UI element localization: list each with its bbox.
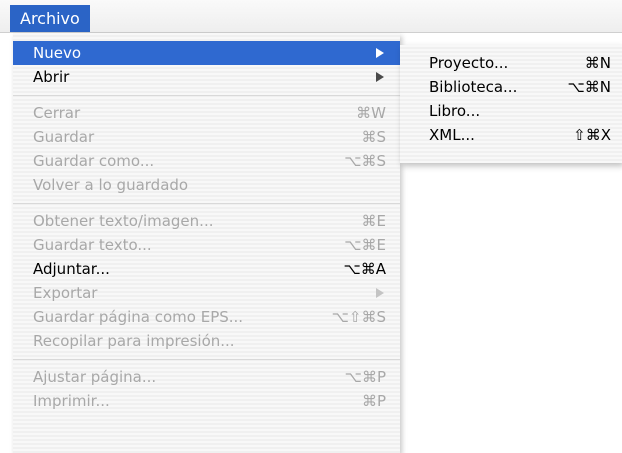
menu-title-archivo[interactable]: Archivo bbox=[10, 5, 90, 32]
menu-item-abrir[interactable]: Abrir bbox=[13, 65, 400, 89]
submenu-item-shortcut: ⌥⌘N bbox=[567, 78, 611, 96]
submenu-item-proyecto[interactable]: Proyecto... ⌘N bbox=[400, 51, 622, 75]
menu-item-label: Exportar bbox=[33, 284, 98, 302]
submenu-item-label: Proyecto... bbox=[429, 54, 509, 72]
menu-item-label: Guardar bbox=[33, 128, 95, 146]
menu-item-label: Abrir bbox=[33, 68, 70, 86]
submenu-item-xml[interactable]: XML... ⇧⌘X bbox=[400, 123, 622, 147]
menu-item-label: Ajustar página... bbox=[33, 368, 157, 386]
menu-item-label: Imprimir... bbox=[33, 392, 110, 410]
menu-item-shortcut: ⌥⌘P bbox=[344, 368, 386, 386]
menu-item-guardar-como[interactable]: Guardar como... ⌥⌘S bbox=[13, 149, 400, 173]
menu-item-shortcut: ⌥⌘E bbox=[344, 236, 386, 254]
archivo-menu: Nuevo Abrir Cerrar ⌘W Guardar ⌘S Guardar… bbox=[13, 33, 400, 453]
menu-item-shortcut: ⌘S bbox=[361, 128, 386, 146]
menu-item-label: Guardar página como EPS... bbox=[33, 308, 244, 326]
menu-item-label: Nuevo bbox=[33, 44, 82, 62]
submenu-item-label: XML... bbox=[429, 126, 475, 144]
menu-item-label: Obtener texto/imagen... bbox=[33, 212, 214, 230]
submenu-item-label: Biblioteca... bbox=[429, 78, 518, 96]
menu-item-guardar[interactable]: Guardar ⌘S bbox=[13, 125, 400, 149]
menu-item-shortcut: ⌥⇧⌘S bbox=[331, 308, 386, 326]
menu-separator bbox=[13, 89, 400, 101]
menu-item-label: Cerrar bbox=[33, 104, 81, 122]
menu-item-shortcut: ⌘W bbox=[356, 104, 386, 122]
submenu-arrow-icon bbox=[376, 72, 384, 82]
menu-item-cerrar[interactable]: Cerrar ⌘W bbox=[13, 101, 400, 125]
menu-item-volver-a-lo-guardado[interactable]: Volver a lo guardado bbox=[13, 173, 400, 197]
menu-item-nuevo[interactable]: Nuevo bbox=[13, 41, 400, 65]
menu-item-label: Volver a lo guardado bbox=[33, 176, 189, 194]
menu-item-adjuntar[interactable]: Adjuntar... ⌥⌘A bbox=[13, 257, 400, 281]
submenu-item-biblioteca[interactable]: Biblioteca... ⌥⌘N bbox=[400, 75, 622, 99]
menu-item-guardar-texto[interactable]: Guardar texto... ⌥⌘E bbox=[13, 233, 400, 257]
menu-item-guardar-pagina-eps[interactable]: Guardar página como EPS... ⌥⇧⌘S bbox=[13, 305, 400, 329]
submenu-arrow-icon bbox=[376, 288, 384, 298]
submenu-item-shortcut: ⌘N bbox=[584, 54, 611, 72]
menu-separator bbox=[13, 197, 400, 209]
menu-item-recopilar-para-impresion[interactable]: Recopilar para impresión... bbox=[13, 329, 400, 353]
menu-item-shortcut: ⌘P bbox=[361, 392, 386, 410]
menu-item-imprimir[interactable]: Imprimir... ⌘P bbox=[13, 389, 400, 413]
menu-bar: Archivo bbox=[0, 0, 622, 33]
menu-item-label: Adjuntar... bbox=[33, 260, 110, 278]
nuevo-submenu: Proyecto... ⌘N Biblioteca... ⌥⌘N Libro..… bbox=[400, 45, 622, 163]
menu-separator bbox=[13, 353, 400, 365]
submenu-item-libro[interactable]: Libro... bbox=[400, 99, 622, 123]
menu-item-label: Guardar texto... bbox=[33, 236, 152, 254]
submenu-item-shortcut: ⇧⌘X bbox=[573, 126, 611, 144]
menu-item-ajustar-pagina[interactable]: Ajustar página... ⌥⌘P bbox=[13, 365, 400, 389]
menu-item-shortcut: ⌘E bbox=[361, 212, 386, 230]
menu-item-shortcut: ⌥⌘A bbox=[343, 260, 386, 278]
menu-item-exportar[interactable]: Exportar bbox=[13, 281, 400, 305]
menu-item-label: Recopilar para impresión... bbox=[33, 332, 235, 350]
menu-item-shortcut: ⌥⌘S bbox=[344, 152, 386, 170]
submenu-arrow-icon bbox=[376, 48, 384, 58]
menu-item-label: Guardar como... bbox=[33, 152, 155, 170]
menu-item-obtener-texto-imagen[interactable]: Obtener texto/imagen... ⌘E bbox=[13, 209, 400, 233]
submenu-item-label: Libro... bbox=[429, 102, 481, 120]
